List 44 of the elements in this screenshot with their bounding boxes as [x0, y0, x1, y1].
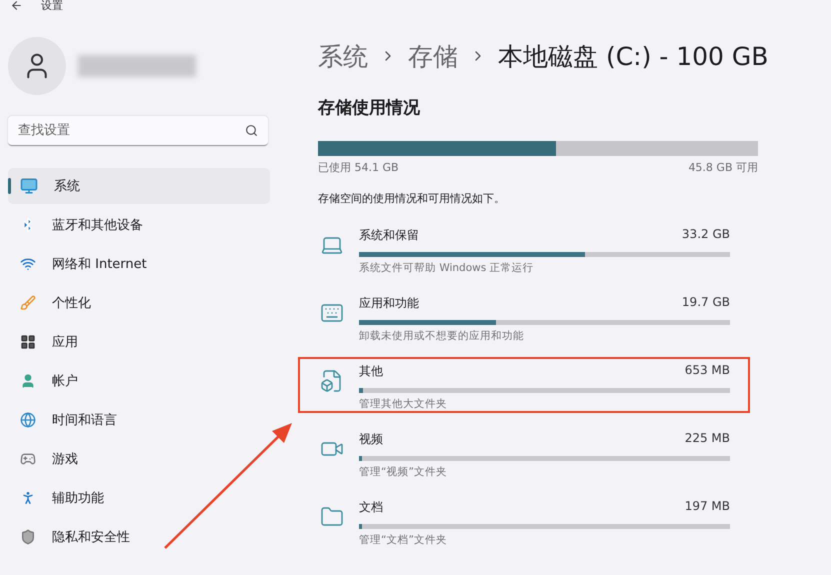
- nav-item[interactable]: 辅助功能: [8, 480, 270, 516]
- nav-item[interactable]: 蓝牙和其他设备: [8, 207, 270, 243]
- used-label: 已使用 54.1 GB: [318, 160, 399, 175]
- category-name[interactable]: 其他: [359, 363, 383, 380]
- gamepad-icon: [20, 451, 36, 467]
- nav-item[interactable]: 帐户: [8, 363, 270, 399]
- globe-icon: [20, 412, 36, 428]
- wifi-icon: [20, 256, 36, 272]
- nav-item[interactable]: 隐私和安全性: [8, 519, 270, 555]
- person-icon: [20, 373, 36, 389]
- monitor-icon: [20, 177, 38, 195]
- category-description: 管理“视频”文件夹: [359, 465, 448, 479]
- shield-icon: [20, 529, 36, 545]
- category-size: 225 MB: [684, 431, 730, 447]
- category-description: 管理“文档”文件夹: [359, 533, 448, 547]
- search-field[interactable]: 查找设置: [8, 116, 268, 146]
- selection-indicator: [8, 178, 11, 194]
- free-label: 45.8 GB 可用: [688, 160, 758, 175]
- apps-icon: [20, 334, 36, 350]
- category-size: 197 MB: [684, 499, 730, 515]
- category-name[interactable]: 系统和保留: [359, 227, 419, 244]
- category-name[interactable]: 文档: [359, 499, 383, 516]
- category-name[interactable]: 视频: [359, 431, 383, 448]
- search-icon[interactable]: [245, 124, 258, 137]
- back-icon[interactable]: [10, 0, 23, 12]
- breadcrumb-item[interactable]: 存储: [408, 40, 458, 72]
- brush-icon: [20, 295, 36, 311]
- nav-item[interactable]: 个性化: [8, 285, 270, 321]
- category-name[interactable]: 应用和功能: [359, 295, 419, 312]
- description-text: 存储空间的使用情况和可用情况如下。: [318, 191, 506, 206]
- nav-item[interactable]: 系统: [8, 168, 270, 204]
- category-size: 653 MB: [684, 363, 730, 379]
- category-size: 33.2 GB: [682, 227, 730, 243]
- breadcrumb-item: 本地磁盘 (C:) - 100 GB: [498, 40, 768, 72]
- nav-item[interactable]: 应用: [8, 324, 270, 360]
- category-description: 管理其他大文件夹: [359, 397, 448, 411]
- nav-item[interactable]: 网络和 Internet: [8, 246, 270, 282]
- section-title: 存储使用情况: [318, 97, 421, 119]
- nav-item[interactable]: 时间和语言: [8, 402, 270, 438]
- nav-item[interactable]: 游戏: [8, 441, 270, 477]
- breadcrumb-item[interactable]: 系统: [318, 40, 368, 72]
- category-description: 卸载未使用或不想要的应用和功能: [359, 329, 525, 343]
- category-size: 19.7 GB: [682, 295, 730, 311]
- category-description: 系统文件可帮助 Windows 正常运行: [359, 261, 535, 275]
